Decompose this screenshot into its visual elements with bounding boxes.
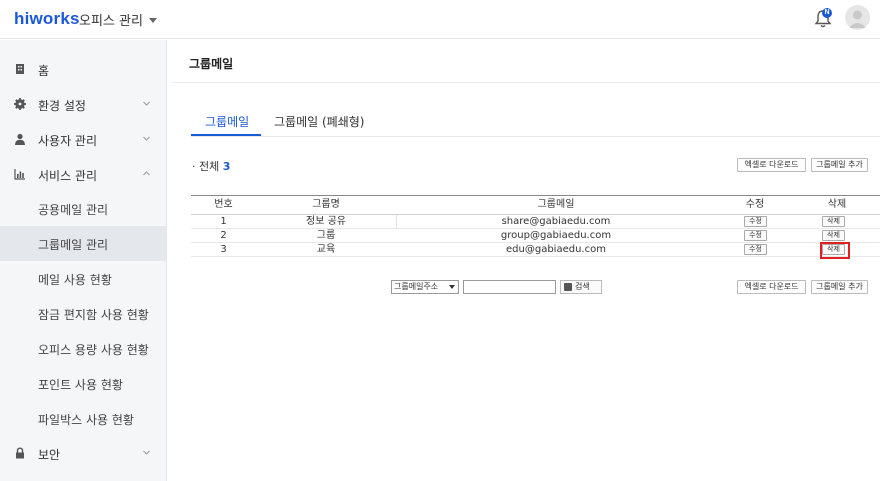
- sidebar-subitem-filebox-usage[interactable]: 파일박스 사용 현황: [0, 401, 167, 436]
- excel-download-button-bottom[interactable]: 엑셀로 다운로드: [737, 280, 806, 294]
- cell-group-name: 그룹: [316, 230, 336, 241]
- table-row: 2 그룹 group@gabiaedu.com 수정 삭제: [191, 229, 880, 243]
- sidebar-subitem-label: 오피스 용량 사용 현황: [38, 343, 149, 357]
- chevron-down-icon: [449, 285, 455, 289]
- gear-icon: [14, 98, 26, 110]
- total-count-value: 3: [222, 160, 231, 173]
- sidebar-subitem-locked-mailbox-usage[interactable]: 잠금 편지함 사용 현황: [0, 296, 167, 331]
- sidebar-subitem-label: 잠금 편지함 사용 현황: [38, 308, 149, 322]
- sidebar-item-label: 환경 설정: [38, 99, 86, 113]
- column-header-delete: 삭제: [827, 199, 847, 210]
- chevron-down-icon: [148, 18, 157, 23]
- user-avatar-icon: [849, 10, 866, 28]
- table-header: 번호 그룹명 그룹메일 수정 삭제: [191, 195, 880, 215]
- main-content: 그룹메일 그룹메일 그룹메일 (폐쇄형) · 전체 3 엑셀로 다운로드 그룹메…: [172, 40, 880, 481]
- divider: [172, 82, 880, 83]
- column-header-edit: 수정: [745, 199, 765, 210]
- notification-badge: N: [822, 8, 832, 18]
- cell-group-mail: share@gabiaedu.com: [501, 216, 611, 227]
- sidebar-subitem-label: 메일 사용 현황: [38, 273, 112, 287]
- search-icon: [564, 283, 572, 291]
- chevron-down-icon: [143, 136, 150, 141]
- page-title: 그룹메일: [189, 57, 234, 71]
- cell-group-mail: edu@gabiaedu.com: [506, 244, 606, 255]
- edit-button[interactable]: 수정: [744, 230, 767, 241]
- tab-group-mail-closed[interactable]: 그룹메일 (폐쇄형): [274, 113, 364, 137]
- sidebar-item-label: 보안: [38, 448, 61, 462]
- search-field-select[interactable]: 그룹메일주소: [391, 280, 459, 294]
- lock-icon: [16, 447, 24, 459]
- add-group-mail-button-bottom[interactable]: 그룹메일 추가: [811, 280, 868, 294]
- office-menu-label: 오피스 관리: [79, 14, 143, 29]
- sidebar-subitem-label: 포인트 사용 현황: [38, 378, 123, 392]
- highlight-box: [820, 242, 850, 259]
- search-button-label: 검색: [575, 282, 590, 291]
- sidebar: 홈 환경 설정 사용자 관리 서비스 관리 공용메일 관리 그룹메일 관리 메일…: [0, 40, 167, 481]
- excel-download-button[interactable]: 엑셀로 다운로드: [737, 158, 806, 172]
- chevron-down-icon: [143, 450, 150, 455]
- add-group-mail-button[interactable]: 그룹메일 추가: [811, 158, 868, 172]
- cell-number: 1: [220, 216, 227, 227]
- sidebar-item-user-management[interactable]: 사용자 관리: [0, 122, 167, 157]
- edit-button[interactable]: 수정: [744, 216, 767, 227]
- cell-number: 3: [220, 244, 227, 255]
- sidebar-subitem-label: 파일박스 사용 현황: [38, 413, 134, 427]
- chevron-up-icon: [143, 171, 150, 176]
- sidebar-subitem-office-storage-usage[interactable]: 오피스 용량 사용 현황: [0, 331, 167, 366]
- sidebar-item-label: 서비스 관리: [38, 169, 98, 183]
- delete-button[interactable]: 삭제: [822, 216, 845, 227]
- table-row: 1 정보 공유 share@gabiaedu.com 수정 삭제: [191, 215, 880, 229]
- building-icon: [16, 64, 24, 74]
- total-label: · 전체: [192, 160, 220, 173]
- table-row: 3 교육 edu@gabiaedu.com 수정 삭제: [191, 243, 880, 257]
- sidebar-item-service-management[interactable]: 서비스 관리: [0, 157, 167, 192]
- column-header-group-mail: 그룹메일: [537, 199, 575, 210]
- column-header-number: 번호: [214, 199, 233, 210]
- sidebar-item-home[interactable]: 홈: [0, 52, 167, 87]
- office-menu-dropdown[interactable]: 오피스 관리: [79, 10, 157, 29]
- avatar[interactable]: [845, 5, 870, 30]
- search-input[interactable]: [463, 280, 556, 294]
- top-bar: hiworks 오피스 관리 N: [0, 0, 880, 39]
- divider: [191, 136, 880, 137]
- sidebar-subitem-mail-usage[interactable]: 메일 사용 현황: [0, 261, 167, 296]
- cell-group-name: 정보 공유: [306, 216, 346, 227]
- sidebar-subitem-label: 그룹메일 관리: [38, 238, 109, 252]
- hiworks-logo[interactable]: hiworks: [14, 9, 80, 29]
- search-button[interactable]: 검색: [560, 280, 602, 294]
- delete-button[interactable]: 삭제: [822, 230, 845, 241]
- chart-icon: [14, 169, 25, 180]
- sidebar-item-label: 사용자 관리: [38, 134, 98, 148]
- column-header-group-name: 그룹명: [312, 199, 340, 210]
- user-icon: [15, 133, 25, 145]
- chevron-down-icon: [143, 101, 150, 106]
- sidebar-subitem-label: 공용메일 관리: [38, 203, 109, 217]
- sidebar-subitem-group-mail[interactable]: 그룹메일 관리: [0, 226, 167, 261]
- sidebar-item-security[interactable]: 보안: [0, 436, 167, 471]
- sidebar-subitem-point-usage[interactable]: 포인트 사용 현황: [0, 366, 167, 401]
- sidebar-subitem-shared-mail[interactable]: 공용메일 관리: [0, 191, 167, 226]
- search-field-select-value: 그룹메일주소: [394, 282, 439, 291]
- sidebar-item-settings[interactable]: 환경 설정: [0, 87, 167, 122]
- cell-group-mail: group@gabiaedu.com: [500, 230, 612, 241]
- sidebar-item-label: 홈: [38, 64, 50, 78]
- cell-group-name: 교육: [316, 244, 336, 255]
- cell-number: 2: [220, 230, 227, 241]
- edit-button[interactable]: 수정: [744, 244, 767, 255]
- total-count: · 전체 3: [192, 158, 230, 174]
